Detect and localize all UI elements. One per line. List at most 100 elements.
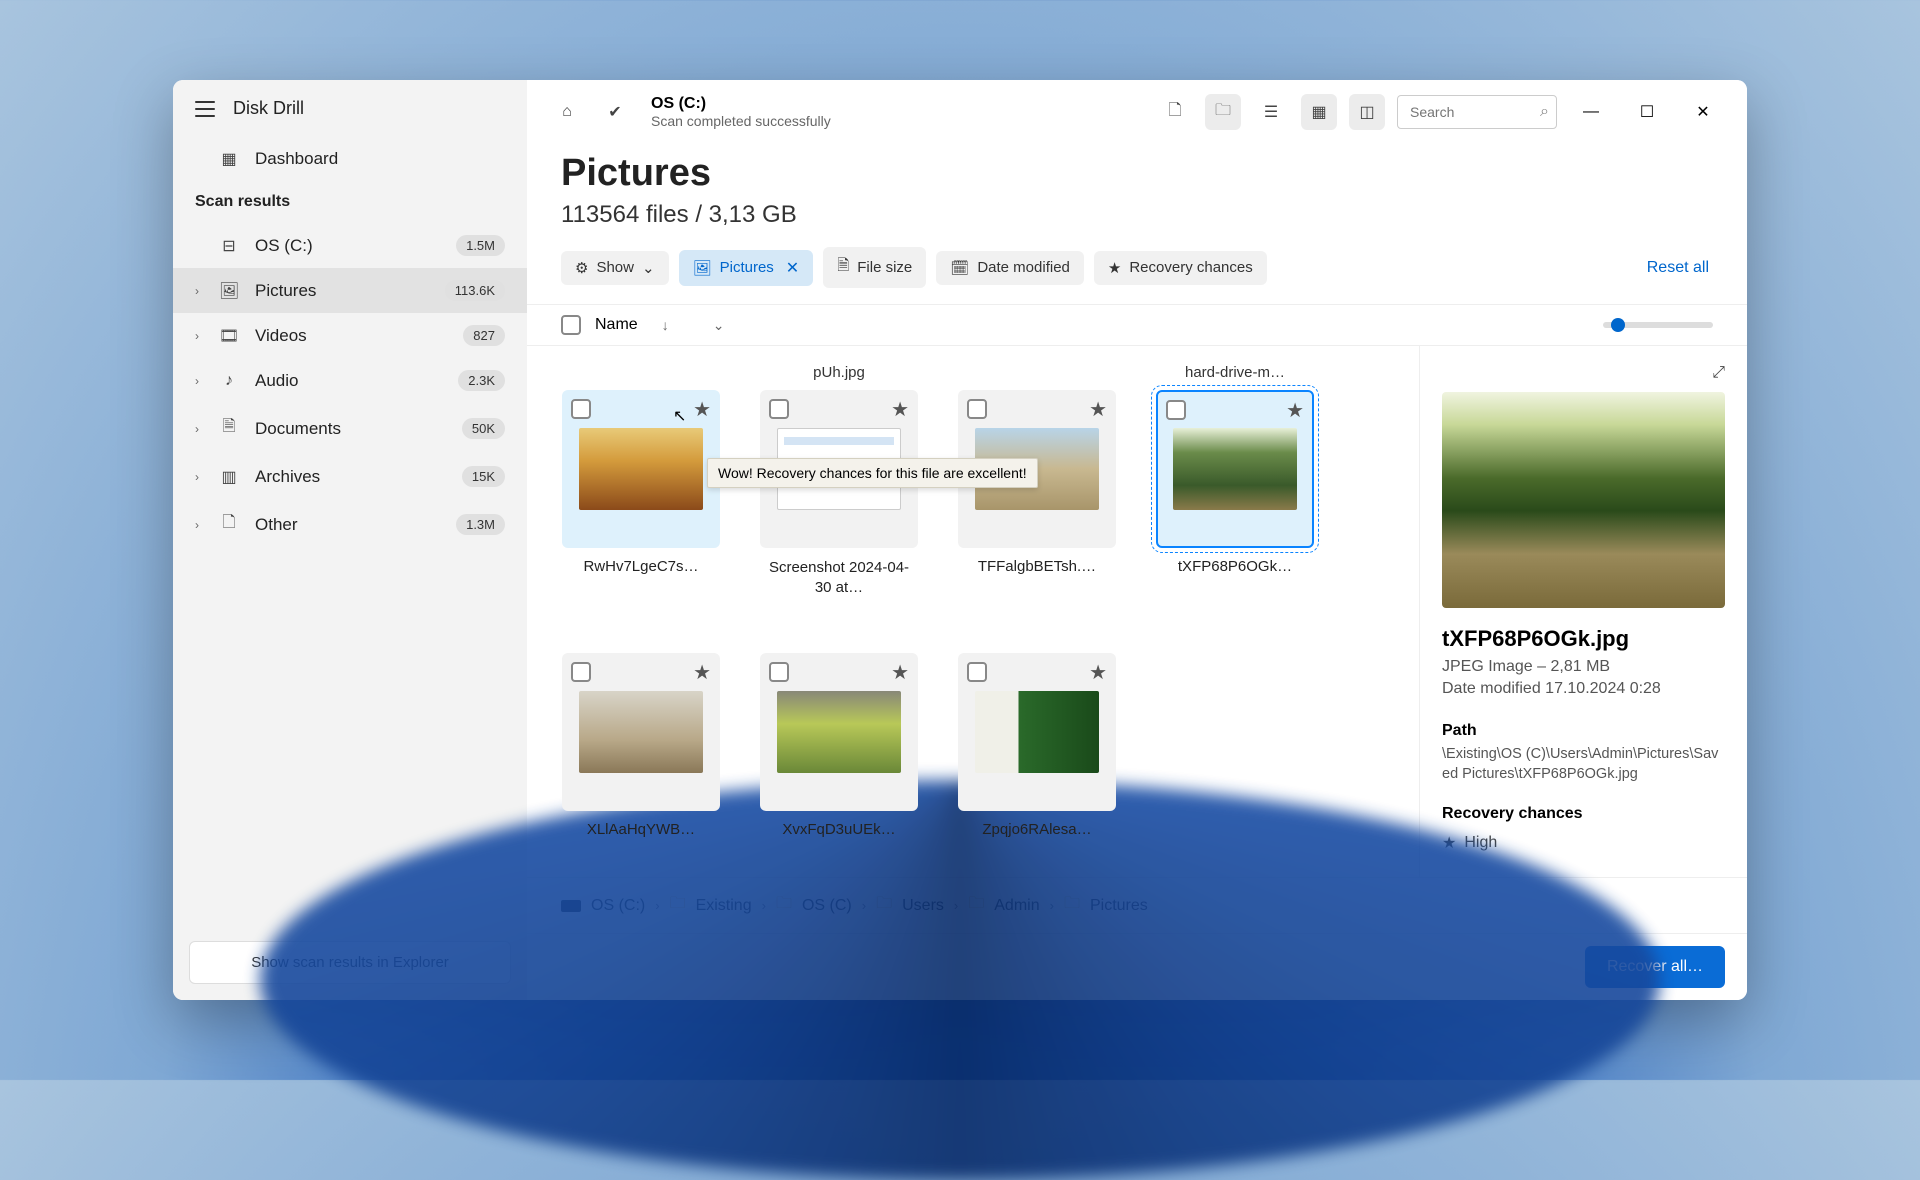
page-title: Pictures — [561, 152, 1713, 195]
thumbnail-box[interactable]: ★ — [958, 653, 1116, 811]
grid-view-icon[interactable]: ▦ — [1301, 94, 1337, 130]
document-icon: 🗎 — [837, 255, 849, 280]
star-icon[interactable]: ★ — [1089, 397, 1107, 422]
scan-subtitle: Scan completed successfully — [651, 113, 831, 129]
thumbnail-card[interactable]: hard-drive-m… ★ tXFP68P6OGk… — [1155, 364, 1315, 597]
scan-title-block: OS (C:) Scan completed successfully — [651, 95, 831, 129]
thumbnail-image — [579, 691, 703, 773]
count-badge: 827 — [463, 325, 505, 346]
count-badge: 1.5M — [456, 235, 505, 256]
pictures-filter-chip[interactable]: 🖼 Pictures ✕ — [679, 250, 814, 286]
chevron-right-icon: › — [195, 470, 199, 484]
count-badge: 1.3M — [456, 514, 505, 535]
sidebar-header: Disk Drill — [173, 80, 527, 137]
sidebar-item-label: Dashboard — [255, 149, 338, 169]
count-badge: 113.6K — [445, 280, 505, 301]
sidebar-item-other[interactable]: › 🗋 Other 1.3M — [173, 499, 527, 550]
chevron-right-icon: › — [195, 284, 199, 298]
sidebar-item-label: Videos — [255, 326, 307, 346]
search-input[interactable] — [1397, 95, 1557, 129]
folder-icon[interactable]: 🗀 — [1205, 94, 1241, 130]
reset-all-link[interactable]: Reset all — [1647, 259, 1713, 277]
home-icon[interactable]: ⌂ — [549, 94, 585, 130]
thumbnail-image — [975, 691, 1099, 773]
thumbnail-box[interactable]: ★ — [1156, 390, 1314, 548]
sort-arrow-icon[interactable]: ↓ — [662, 317, 669, 333]
thumbnail-label: tXFP68P6OGk… — [1178, 558, 1292, 575]
toolbar: ⌂ ✔ OS (C:) Scan completed successfully … — [527, 80, 1747, 144]
name-column-header[interactable]: Name — [595, 316, 638, 334]
maximize-button[interactable]: ☐ — [1625, 96, 1669, 128]
star-icon[interactable]: ★ — [891, 397, 909, 422]
thumbnail-card[interactable]: ★ Zpqjo6RAlesa… — [957, 627, 1117, 838]
sidebar-item-videos[interactable]: › 🎞 Videos 827 — [173, 313, 527, 358]
select-checkbox[interactable] — [1166, 400, 1186, 420]
chevron-right-icon: › — [195, 374, 199, 388]
star-icon[interactable]: ★ — [1089, 660, 1107, 685]
chevron-right-icon: › — [195, 329, 199, 343]
thumbnail-card[interactable]: ★ RwHv7LgeC7s… — [561, 364, 721, 597]
show-filter-button[interactable]: ⚙ Show ⌄ — [561, 251, 669, 285]
thumbnail-label: XvxFqD3uUEk… — [782, 821, 895, 838]
datemod-filter-button[interactable]: 🗓 Date modified — [936, 251, 1084, 285]
thumbnail-grid-wrap: Wow! Recovery chances for this file are … — [527, 346, 1419, 877]
star-icon[interactable]: ★ — [891, 660, 909, 685]
select-checkbox[interactable] — [769, 399, 789, 419]
sidebar-item-osc[interactable]: ⊟ OS (C:) 1.5M — [173, 223, 527, 268]
count-badge: 15K — [462, 466, 505, 487]
star-icon[interactable]: ★ — [693, 397, 711, 422]
select-checkbox[interactable] — [571, 399, 591, 419]
panel-toggle-icon[interactable]: ◫ — [1349, 94, 1385, 130]
chevron-down-icon: ⌄ — [642, 259, 655, 277]
close-button[interactable]: ✕ — [1681, 96, 1725, 128]
select-checkbox[interactable] — [967, 662, 987, 682]
archive-icon: ▥ — [219, 467, 239, 487]
remove-filter-icon[interactable]: ✕ — [786, 258, 799, 278]
thumbnail-card[interactable]: ★ XvxFqD3uUEk… — [759, 627, 919, 838]
select-checkbox[interactable] — [769, 662, 789, 682]
minimize-button[interactable]: — — [1569, 96, 1613, 128]
thumbnail-zoom-slider[interactable] — [1603, 322, 1713, 328]
sidebar-item-documents[interactable]: › 🗎 Documents 50K — [173, 403, 527, 454]
sidebar-item-archives[interactable]: › ▥ Archives 15K — [173, 454, 527, 499]
list-view-icon[interactable]: ☰ — [1253, 94, 1289, 130]
star-icon[interactable]: ★ — [1286, 398, 1304, 423]
popout-icon[interactable]: ⤢ — [1712, 364, 1725, 382]
select-checkbox[interactable] — [571, 662, 591, 682]
thumbnail-label: Screenshot 2024-04-30 at… — [764, 558, 914, 597]
hamburger-icon[interactable] — [195, 101, 215, 117]
thumbnail-box[interactable]: ★ — [760, 653, 918, 811]
select-checkbox[interactable] — [967, 399, 987, 419]
sidebar-item-label: Audio — [255, 371, 298, 391]
star-icon[interactable]: ★ — [693, 660, 711, 685]
file-icon: 🗋 — [219, 511, 239, 538]
thumbnail-card[interactable]: ★ XLlAaHqYWB… — [561, 627, 721, 838]
recovery-tooltip: Wow! Recovery chances for this file are … — [707, 458, 1038, 488]
column-menu-icon[interactable]: ⌄ — [713, 317, 725, 334]
select-all-checkbox[interactable] — [561, 315, 581, 335]
search-icon: ⌕ — [1540, 103, 1549, 121]
image-icon: 🖼 — [693, 259, 712, 277]
preview-filename: tXFP68P6OGk.jpg — [1442, 626, 1725, 652]
list-header: Name ↓ ⌄ — [527, 304, 1747, 346]
sidebar-item-label: Archives — [255, 467, 320, 487]
thumbnail-label: TFFalgbBETsh.… — [978, 558, 1096, 575]
page-subtitle: 113564 files / 3,13 GB — [561, 201, 1713, 229]
scan-title: OS (C:) — [651, 95, 831, 113]
preview-filetype: JPEG Image – 2,81 MB — [1442, 658, 1725, 676]
checkmark-icon: ✔ — [597, 94, 633, 130]
new-file-icon[interactable]: 🗋 — [1157, 94, 1193, 130]
sidebar-item-dashboard[interactable]: ▦ Dashboard — [173, 137, 527, 181]
thumbnail-label: RwHv7LgeC7s… — [583, 558, 698, 575]
thumbnail-label: Zpqjo6RAlesa… — [982, 821, 1091, 838]
sidebar-item-audio[interactable]: › ♪ Audio 2.3K — [173, 358, 527, 403]
thumbnail-box[interactable]: ★ — [562, 653, 720, 811]
search-box: ⌕ — [1397, 95, 1557, 129]
sidebar-item-label: Other — [255, 515, 298, 535]
preview-pane: ⤢ tXFP68P6OGk.jpg JPEG Image – 2,81 MB D… — [1419, 346, 1747, 877]
preview-datemod: Date modified 17.10.2024 0:28 — [1442, 680, 1725, 698]
thumbnail-box[interactable]: ★ — [562, 390, 720, 548]
filesize-filter-button[interactable]: 🗎 File size — [823, 247, 926, 288]
sidebar-item-pictures[interactable]: › 🖼 Pictures 113.6K — [173, 268, 527, 313]
recovery-filter-button[interactable]: ★ Recovery chances — [1094, 251, 1267, 285]
